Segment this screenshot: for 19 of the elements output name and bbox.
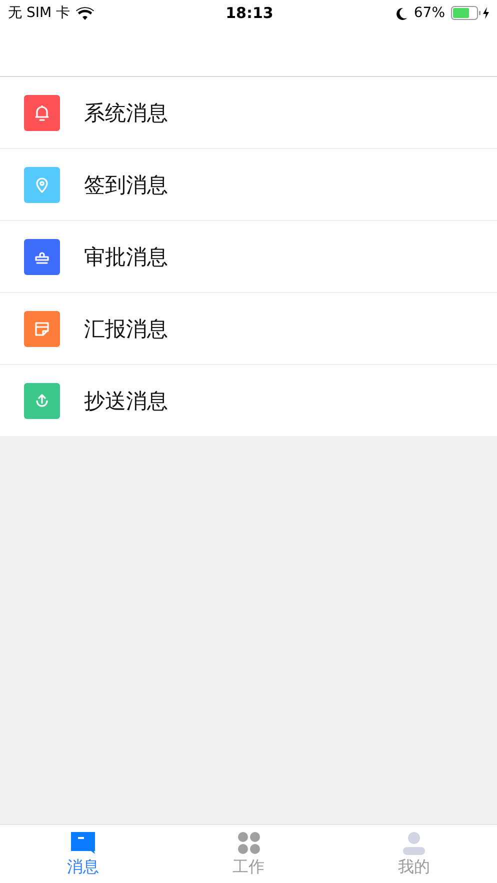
clock-time: 18:13 <box>226 4 274 22</box>
grid-icon <box>236 830 260 854</box>
bell-icon <box>33 104 51 122</box>
message-category-label[interactable]: 系统消息 <box>84 98 168 126</box>
message-category-label[interactable]: 签到消息 <box>84 170 168 198</box>
message-category-label[interactable]: 抄送消息 <box>84 386 168 414</box>
moon-icon <box>396 6 408 20</box>
message-category-label[interactable]: 汇报消息 <box>84 314 168 342</box>
upload-icon <box>33 392 51 410</box>
chat-icon <box>70 830 96 854</box>
wifi-icon <box>76 6 94 20</box>
carrier-label: 无 SIM 卡 <box>8 4 70 22</box>
location-pin-icon <box>33 176 51 194</box>
message-category-label[interactable]: 审批消息 <box>84 242 168 270</box>
battery-icon <box>451 6 491 20</box>
tab-bar-item[interactable]: 消息 <box>0 825 166 883</box>
note-icon <box>33 320 51 338</box>
battery-percent: 67% <box>414 5 445 21</box>
person-icon <box>402 830 426 854</box>
